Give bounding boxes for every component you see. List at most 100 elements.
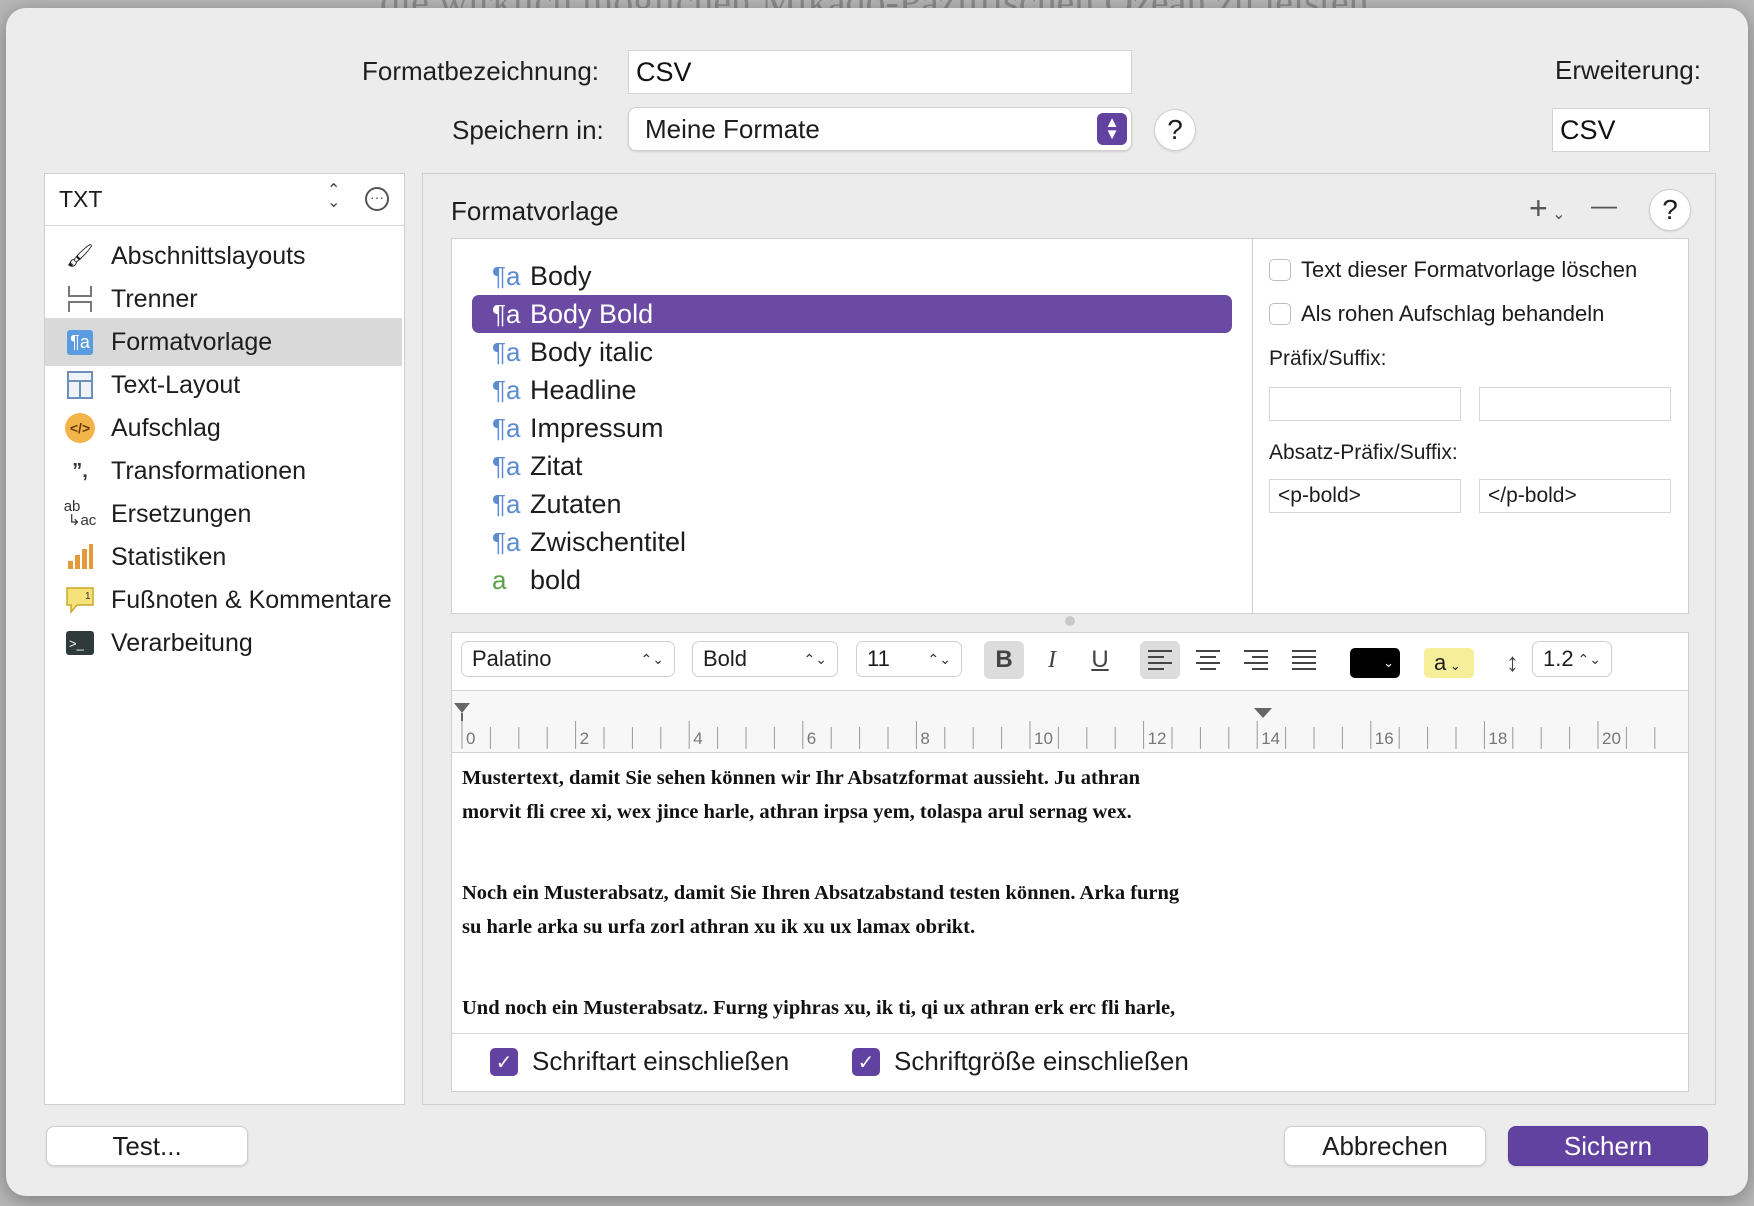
preview-paragraph: Noch ein Musterabsatz, damit Sie Ihren A… — [462, 882, 1180, 938]
quotes-icon: ”‚ — [72, 459, 88, 482]
include-options: ✓ Schriftart einschließen ✓ Schriftgröße… — [452, 1033, 1688, 1091]
updown-chevron-icon: ⌃⌄ — [1577, 650, 1601, 667]
paragraph-style-icon: ¶a — [492, 412, 521, 443]
remove-style-button[interactable]: — — [1591, 190, 1617, 221]
sidebar-selector[interactable]: TXT ⌃ ⌄ ··· — [45, 174, 404, 226]
bold-button[interactable]: B — [984, 641, 1024, 679]
preview-text[interactable]: Mustertext, damit Sie sehen können wir I… — [462, 761, 1672, 1031]
paragraph-style-icon: ¶a — [492, 336, 521, 367]
sidebar-item-transformationen[interactable]: ”‚ Transformationen — [45, 447, 402, 495]
list-item[interactable]: ¶a Headline — [472, 371, 1232, 409]
ruler[interactable]: 0 2 4 6 8 10 12 14 16 18 20 — [452, 691, 1688, 753]
list-item[interactable]: ¶a Zutaten — [472, 485, 1232, 523]
add-style-button[interactable]: + ⌄ — [1529, 190, 1566, 227]
include-font-checkbox[interactable]: ✓ — [490, 1047, 518, 1076]
save-in-value: Meine Formate — [645, 113, 820, 144]
align-center-icon — [1196, 650, 1220, 670]
prefix-suffix-label: Präfix/Suffix: — [1269, 347, 1387, 370]
brush-icon: 🖌 — [66, 243, 94, 268]
sidebar-item-abschnittslayouts[interactable]: 🖌 Abschnittslayouts — [45, 232, 402, 280]
format-style-panel: Formatvorlage + ⌄ — ? ¶a Body ¶a Body Bold… — [422, 173, 1716, 1105]
sidebar-item-text-layout[interactable]: Text-Layout — [45, 361, 402, 409]
style-label: Body — [530, 260, 592, 291]
chevron-down-icon: ⌄ — [1547, 206, 1566, 223]
delete-text-option[interactable]: Text dieser Formatvorlage löschen — [1269, 257, 1637, 283]
align-center-button[interactable] — [1188, 641, 1228, 679]
include-size-checkbox[interactable]: ✓ — [852, 1047, 880, 1076]
sidebar-item-verarbeitung[interactable]: >_ Verarbeitung — [45, 619, 402, 667]
line-spacing-popup[interactable]: 1.2 ⌃⌄ — [1532, 641, 1612, 677]
font-size-popup[interactable]: 11 ⌃⌄ — [856, 641, 962, 677]
more-options-icon[interactable]: ··· — [365, 187, 389, 211]
align-left-button[interactable] — [1140, 641, 1180, 679]
terminal-icon: >_ — [63, 626, 97, 660]
style-label: Headline — [530, 374, 637, 405]
sidebar-item-ersetzungen[interactable]: ab ↳ac Ersetzungen — [45, 490, 402, 538]
raw-markup-checkbox[interactable] — [1269, 303, 1291, 325]
extension-label: Erweiterung: — [1555, 55, 1701, 85]
style-label: Zwischentitel — [530, 526, 687, 557]
list-item-selected[interactable]: ¶a Body Bold — [472, 295, 1232, 333]
para-suffix-field[interactable]: </p-bold> — [1479, 479, 1671, 513]
align-right-button[interactable] — [1236, 641, 1276, 679]
text-color-well[interactable]: ⌄ — [1350, 648, 1400, 678]
font-weight-value: Bold — [703, 646, 748, 671]
sidebar-item-trenner[interactable]: Trenner — [45, 275, 402, 323]
save-button[interactable]: Sichern — [1508, 1126, 1708, 1166]
underline-button[interactable]: U — [1080, 641, 1120, 679]
list-item[interactable]: ¶a Body italic — [472, 333, 1232, 371]
replace-icon: ab ↳ac — [63, 498, 97, 529]
split-handle[interactable] — [1065, 616, 1075, 626]
ruler-label: 20 — [1602, 729, 1621, 748]
help-button-panel[interactable]: ? — [1649, 189, 1691, 231]
include-font-option[interactable]: ✓ Schriftart einschließen — [490, 1046, 789, 1077]
help-button-top[interactable]: ? — [1154, 109, 1196, 151]
format-name-label: Formatbezeichnung: — [362, 56, 600, 86]
list-item[interactable]: ¶a Impressum — [472, 409, 1232, 447]
style-label: Zitat — [530, 450, 583, 481]
list-item[interactable]: ¶a Zitat — [472, 447, 1232, 485]
para-prefix-field[interactable]: <p-bold> — [1269, 479, 1461, 513]
extension-field[interactable]: CSV — [1552, 108, 1710, 152]
save-in-popup[interactable]: Meine Formate ▲ ▼ — [628, 107, 1132, 151]
raw-markup-option[interactable]: Als rohen Aufschlag behandeln — [1269, 301, 1604, 327]
paragraph-style-icon: ¶a — [492, 298, 521, 329]
para-prefix-suffix-label: Absatz-Präfix/Suffix: — [1269, 441, 1458, 464]
popup-stepper-icon: ▲ ▼ — [1097, 113, 1127, 145]
paragraph-style-icon: ¶a — [492, 450, 521, 481]
style-label: Body italic — [530, 336, 654, 367]
list-item[interactable]: a bold — [472, 561, 1232, 599]
ruler-label: 14 — [1261, 729, 1281, 748]
preview-paragraph: Und noch ein Musterabsatz. Furng yiphras… — [462, 997, 1176, 1019]
list-item[interactable]: ¶a Body — [472, 257, 1232, 295]
sidebar-item-aufschlag[interactable]: </> Aufschlag — [45, 404, 402, 452]
format-name-field[interactable]: CSV — [628, 50, 1132, 94]
ruler-label: 8 — [920, 729, 930, 748]
sidebar-item-formatvorlage[interactable]: ¶a Formatvorlage — [45, 318, 402, 366]
ruler-label: 12 — [1147, 729, 1167, 748]
paragraph-style-icon: ¶a — [492, 260, 521, 291]
font-family-popup[interactable]: Palatino ⌃⌄ — [461, 641, 675, 677]
sidebar-selector-value: TXT — [59, 186, 103, 212]
sidebar-item-label: Ersetzungen — [111, 499, 252, 528]
italic-button[interactable]: I — [1032, 641, 1072, 679]
align-left-icon — [1148, 650, 1172, 670]
sidebar-item-label: Fußnoten & Kommentare — [111, 585, 392, 614]
line-spacing-icon: ↕ — [1506, 647, 1519, 677]
font-weight-popup[interactable]: Bold ⌃⌄ — [692, 641, 838, 677]
test-button[interactable]: Test... — [46, 1126, 248, 1166]
include-size-option[interactable]: ✓ Schriftgröße einschließen — [852, 1046, 1189, 1077]
sidebar-item-statistiken[interactable]: Statistiken — [45, 533, 402, 581]
cancel-button[interactable]: Abbrechen — [1284, 1126, 1486, 1166]
footnote-icon: 1 — [63, 583, 97, 617]
sidebar-item-fussnoten[interactable]: 1 Fußnoten & Kommentare — [45, 576, 402, 624]
delete-text-checkbox[interactable] — [1269, 259, 1291, 281]
font-size-value: 11 — [867, 646, 890, 671]
suffix-field[interactable] — [1479, 387, 1671, 421]
line-spacing-value: 1.2 — [1543, 646, 1574, 671]
format-dialog: Formatbezeichnung: CSV Speichern in: Mei… — [6, 8, 1748, 1196]
prefix-field[interactable] — [1269, 387, 1461, 421]
justify-button[interactable] — [1284, 641, 1324, 679]
highlight-color-well[interactable]: a ⌄ — [1424, 648, 1474, 678]
list-item[interactable]: ¶a Zwischentitel — [472, 523, 1232, 561]
